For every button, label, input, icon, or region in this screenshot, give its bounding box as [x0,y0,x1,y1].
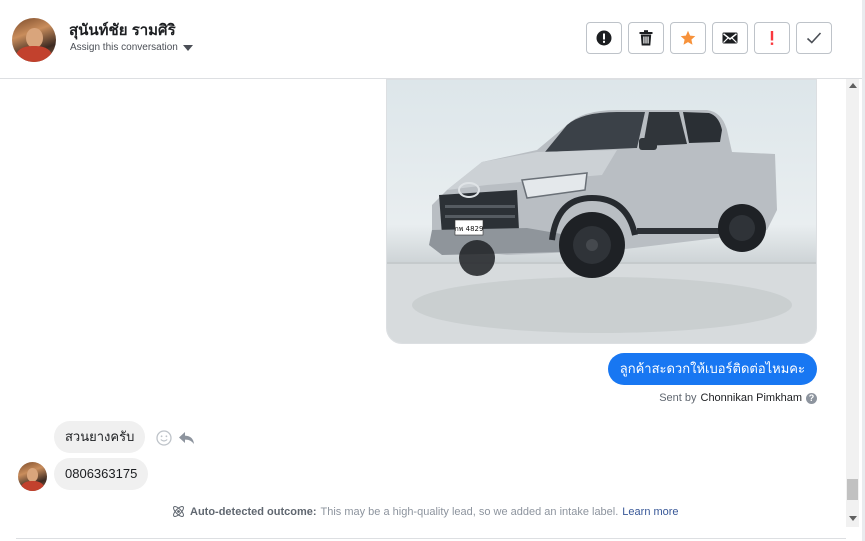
scroll-up-arrow-icon[interactable] [849,83,857,88]
message-actions [156,430,195,446]
assign-label: Assign this conversation [70,42,178,53]
contact-avatar[interactable] [12,18,56,62]
outcome-label: Auto-detected outcome: [190,505,317,518]
scroll-down-arrow-icon[interactable] [849,516,857,521]
exclamation-icon [770,31,774,45]
outcome-text: This may be a high-quality lead, so we a… [320,505,619,518]
trash-icon [639,30,653,46]
sent-by-prefix: Sent by [659,392,697,404]
check-icon [806,32,822,44]
sent-by-info: Sent by Chonnikan Pimkham ? [659,392,817,404]
alert-icon [596,30,612,46]
car-photo-attachment[interactable]: กพ 4829 [386,79,817,344]
learn-more-link[interactable]: Learn more [622,506,678,518]
sent-by-agent: Chonnikan Pimkham [700,392,803,404]
star-icon [680,30,696,45]
incoming-message-bubble[interactable]: 0806363175 [54,458,149,490]
composer-divider [16,538,846,539]
reply-icon[interactable] [178,431,195,445]
mark-unread-button[interactable] [712,22,748,54]
assign-conversation-dropdown[interactable]: Assign this conversation [70,42,193,53]
conversation-header: สุนันท์ชัย รามศิริ Assign this conversat… [0,0,863,79]
auto-detected-outcome: Auto-detected outcome: This may be a hig… [171,504,679,519]
mark-important-button[interactable] [754,22,790,54]
outgoing-message-bubble[interactable]: ลูกค้าสะดวกให้เบอร์ติดต่อไหมคะ [607,353,817,385]
incoming-message-bubble[interactable]: สวนยางครับ [54,421,146,453]
contact-name[interactable]: สุนันท์ชัย รามศิริ [69,18,176,42]
mark-done-button[interactable] [796,22,832,54]
atom-icon [173,506,184,517]
message-scrollbar[interactable] [846,79,859,527]
star-button[interactable] [670,22,706,54]
smiley-icon[interactable] [156,430,172,446]
license-plate-text: กพ 4829 [455,225,484,233]
mail-icon [722,32,738,44]
delete-button[interactable] [628,22,664,54]
pickup-truck-image: กพ 4829 [387,110,816,343]
chevron-down-icon [182,45,193,51]
conversation-toolbar [586,22,832,54]
sender-avatar[interactable] [18,462,47,491]
scrollbar-thumb[interactable] [847,479,858,500]
help-icon[interactable]: ? [806,392,817,404]
mark-spam-button[interactable] [586,22,622,54]
